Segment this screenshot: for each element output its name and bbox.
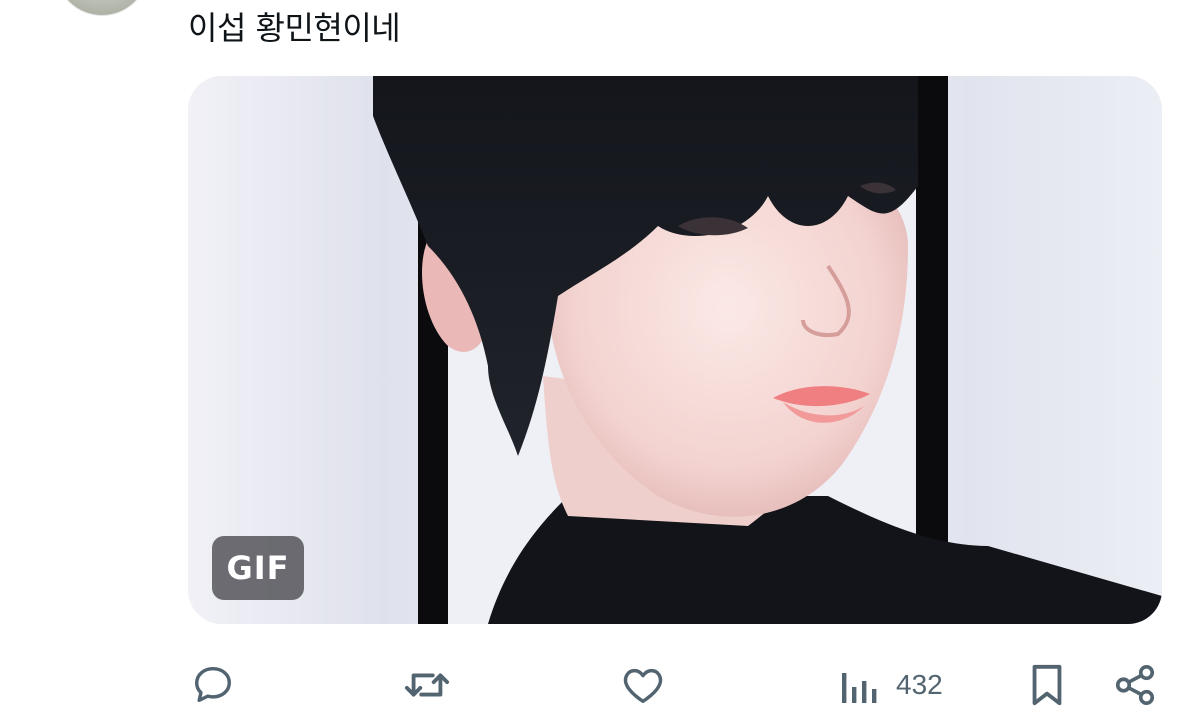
share-button[interactable]: [1112, 655, 1158, 715]
tweet-text: 이섭 황민현이네: [188, 9, 401, 47]
share-icon: [1115, 664, 1155, 706]
tweet-post: 이섭 황민현이네 GIF 432: [0, 0, 1200, 727]
heart-icon: [623, 668, 663, 704]
repost-button[interactable]: [402, 655, 452, 715]
action-bar: 432: [0, 655, 1200, 715]
views-bar-chart-icon: [842, 673, 877, 703]
gif-frame-image: [373, 76, 1162, 624]
repost-arrows-icon: [404, 673, 450, 697]
avatar[interactable]: [55, 0, 149, 16]
gif-badge: GIF: [212, 536, 304, 600]
bookmark-button[interactable]: [1026, 655, 1068, 715]
like-button[interactable]: [620, 655, 666, 715]
gif-media[interactable]: GIF: [188, 76, 1162, 624]
reply-button[interactable]: [190, 655, 236, 715]
reply-bubble-icon: [194, 666, 232, 703]
views-button[interactable]: 432: [838, 655, 943, 715]
views-count: 432: [896, 669, 943, 700]
bookmark-icon: [1032, 664, 1062, 706]
